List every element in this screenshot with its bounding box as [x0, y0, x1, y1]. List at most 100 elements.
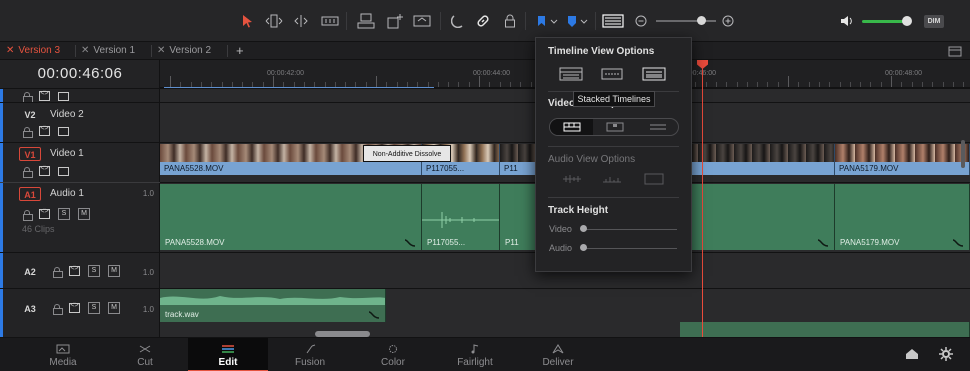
tab-version-2[interactable]: ✕ Version 2 — [157, 42, 211, 60]
auto-select-icon[interactable] — [39, 90, 50, 101]
volume-icon[interactable] — [838, 11, 856, 31]
auto-select-icon[interactable] — [39, 208, 50, 219]
monitor-icon[interactable] — [58, 91, 69, 101]
tab-label: Version 1 — [93, 45, 136, 56]
position-lock-icon[interactable] — [502, 11, 518, 31]
dim-button[interactable]: DIM — [924, 15, 944, 28]
replace-clip-icon[interactable] — [412, 11, 432, 31]
audio-clip[interactable]: P117055... — [422, 184, 500, 250]
track-id[interactable]: V1 — [19, 147, 41, 161]
tab-version-1[interactable]: ✕ Version 1 — [81, 42, 135, 60]
zoom-slider-knob[interactable] — [697, 16, 706, 25]
fusion-icon — [306, 344, 316, 354]
mute-button[interactable]: M — [78, 208, 90, 220]
close-icon[interactable]: ✕ — [157, 42, 165, 60]
track-name[interactable]: Video 2 — [50, 109, 84, 120]
monitor-icon[interactable] — [58, 166, 69, 176]
dynamic-trim-tool-icon[interactable] — [291, 11, 311, 31]
page-fusion[interactable]: Fusion — [270, 338, 350, 371]
zoom-out-icon[interactable] — [634, 11, 648, 31]
ruler-tick — [530, 82, 532, 87]
audio-clip[interactable]: track.wav — [160, 289, 386, 322]
page-deliver[interactable]: Deliver — [518, 338, 598, 371]
home-icon[interactable] — [905, 348, 919, 363]
select-tool-icon[interactable] — [240, 11, 256, 31]
video-clip[interactable]: PANA5179.MOV — [835, 144, 970, 175]
stacked-timelines-icon[interactable] — [559, 67, 583, 81]
close-icon[interactable]: ✕ — [81, 42, 89, 60]
settings-gear-icon[interactable] — [939, 347, 953, 364]
track-name[interactable]: Video 1 — [50, 148, 84, 159]
overwrite-clip-icon[interactable] — [385, 11, 405, 31]
filmstrip-view-option[interactable] — [550, 119, 593, 135]
vertical-scrollbar[interactable] — [961, 140, 965, 168]
auto-select-icon[interactable] — [69, 265, 80, 276]
audio-height-label: Audio — [549, 243, 573, 253]
close-icon[interactable]: ✕ — [6, 42, 14, 60]
monitor-icon[interactable] — [58, 126, 69, 136]
audio-waveform-view-icon[interactable] — [642, 67, 666, 81]
video-view-segmented-control[interactable] — [549, 118, 679, 136]
page-cut[interactable]: Cut — [105, 338, 185, 371]
track-level: 1.0 — [142, 305, 154, 314]
marker-icon[interactable] — [564, 11, 592, 31]
auto-select-icon[interactable] — [69, 302, 80, 313]
track-name[interactable]: Audio 1 — [50, 188, 84, 199]
ruler-tick — [479, 76, 480, 87]
zoom-slider[interactable] — [656, 20, 716, 22]
transition-clip[interactable]: Non-Additive Dissolve — [363, 145, 451, 162]
lock-icon[interactable] — [23, 91, 33, 103]
zoom-in-icon[interactable] — [721, 11, 735, 31]
simple-view-option[interactable] — [636, 119, 678, 135]
clip-name: track.wav — [165, 310, 199, 319]
audio-height-slider[interactable] — [582, 248, 677, 249]
auto-select-icon[interactable] — [39, 125, 50, 136]
solo-button[interactable]: S — [58, 208, 70, 220]
solo-button[interactable]: S — [88, 265, 100, 277]
auto-select-icon[interactable] — [39, 165, 50, 176]
volume-slider[interactable] — [862, 20, 907, 23]
mute-button[interactable]: M — [108, 302, 120, 314]
subtitle-tracks-icon[interactable] — [600, 67, 624, 81]
timeline-layout-icon[interactable] — [948, 42, 962, 60]
timeline-view-options-icon[interactable] — [601, 11, 625, 31]
solo-button[interactable]: S — [88, 302, 100, 314]
blade-tool-icon[interactable] — [320, 11, 340, 31]
lock-icon[interactable] — [53, 266, 63, 278]
page-edit[interactable]: Edit — [188, 338, 268, 371]
page-media[interactable]: Media — [23, 338, 103, 371]
playhead[interactable] — [702, 60, 703, 337]
audio-clip[interactable] — [680, 322, 970, 337]
add-tab-icon[interactable]: + — [236, 42, 244, 60]
ruler-tick — [798, 82, 800, 87]
ruler-tick — [448, 82, 450, 87]
track-id[interactable]: A1 — [19, 187, 41, 201]
clip-name: P117055... — [427, 238, 466, 247]
clip-name: P117055... — [426, 164, 465, 173]
page-fairlight[interactable]: Fairlight — [435, 338, 515, 371]
lock-icon[interactable] — [23, 166, 33, 178]
video-height-slider[interactable] — [582, 229, 677, 230]
audio-height-knob[interactable] — [580, 244, 587, 251]
trim-tool-icon[interactable] — [264, 11, 284, 31]
tab-version-3[interactable]: ✕ Version 3 — [6, 42, 60, 60]
flag-icon[interactable] — [534, 11, 562, 31]
thumbnail-view-option[interactable] — [593, 119, 636, 135]
ruler-tick — [458, 82, 460, 87]
video-height-knob[interactable] — [580, 225, 587, 232]
insert-clip-icon[interactable] — [356, 11, 376, 31]
lock-icon[interactable] — [53, 303, 63, 315]
mute-button[interactable]: M — [108, 265, 120, 277]
page-label: Edit — [218, 357, 238, 368]
linked-selection-icon[interactable] — [475, 11, 491, 31]
snapping-icon[interactable] — [450, 11, 466, 31]
page-color[interactable]: Color — [353, 338, 433, 371]
lock-icon[interactable] — [23, 126, 33, 138]
clip-label: PANA5179.MOV — [835, 162, 969, 175]
volume-slider-knob[interactable] — [902, 16, 912, 26]
track-height-heading: Track Height — [548, 205, 609, 216]
ruler-tick — [767, 82, 769, 87]
lock-icon[interactable] — [23, 209, 33, 221]
audio-clip[interactable]: PANA5528.MOV — [160, 184, 422, 250]
audio-clip[interactable]: PANA5179.MOV — [835, 184, 970, 250]
